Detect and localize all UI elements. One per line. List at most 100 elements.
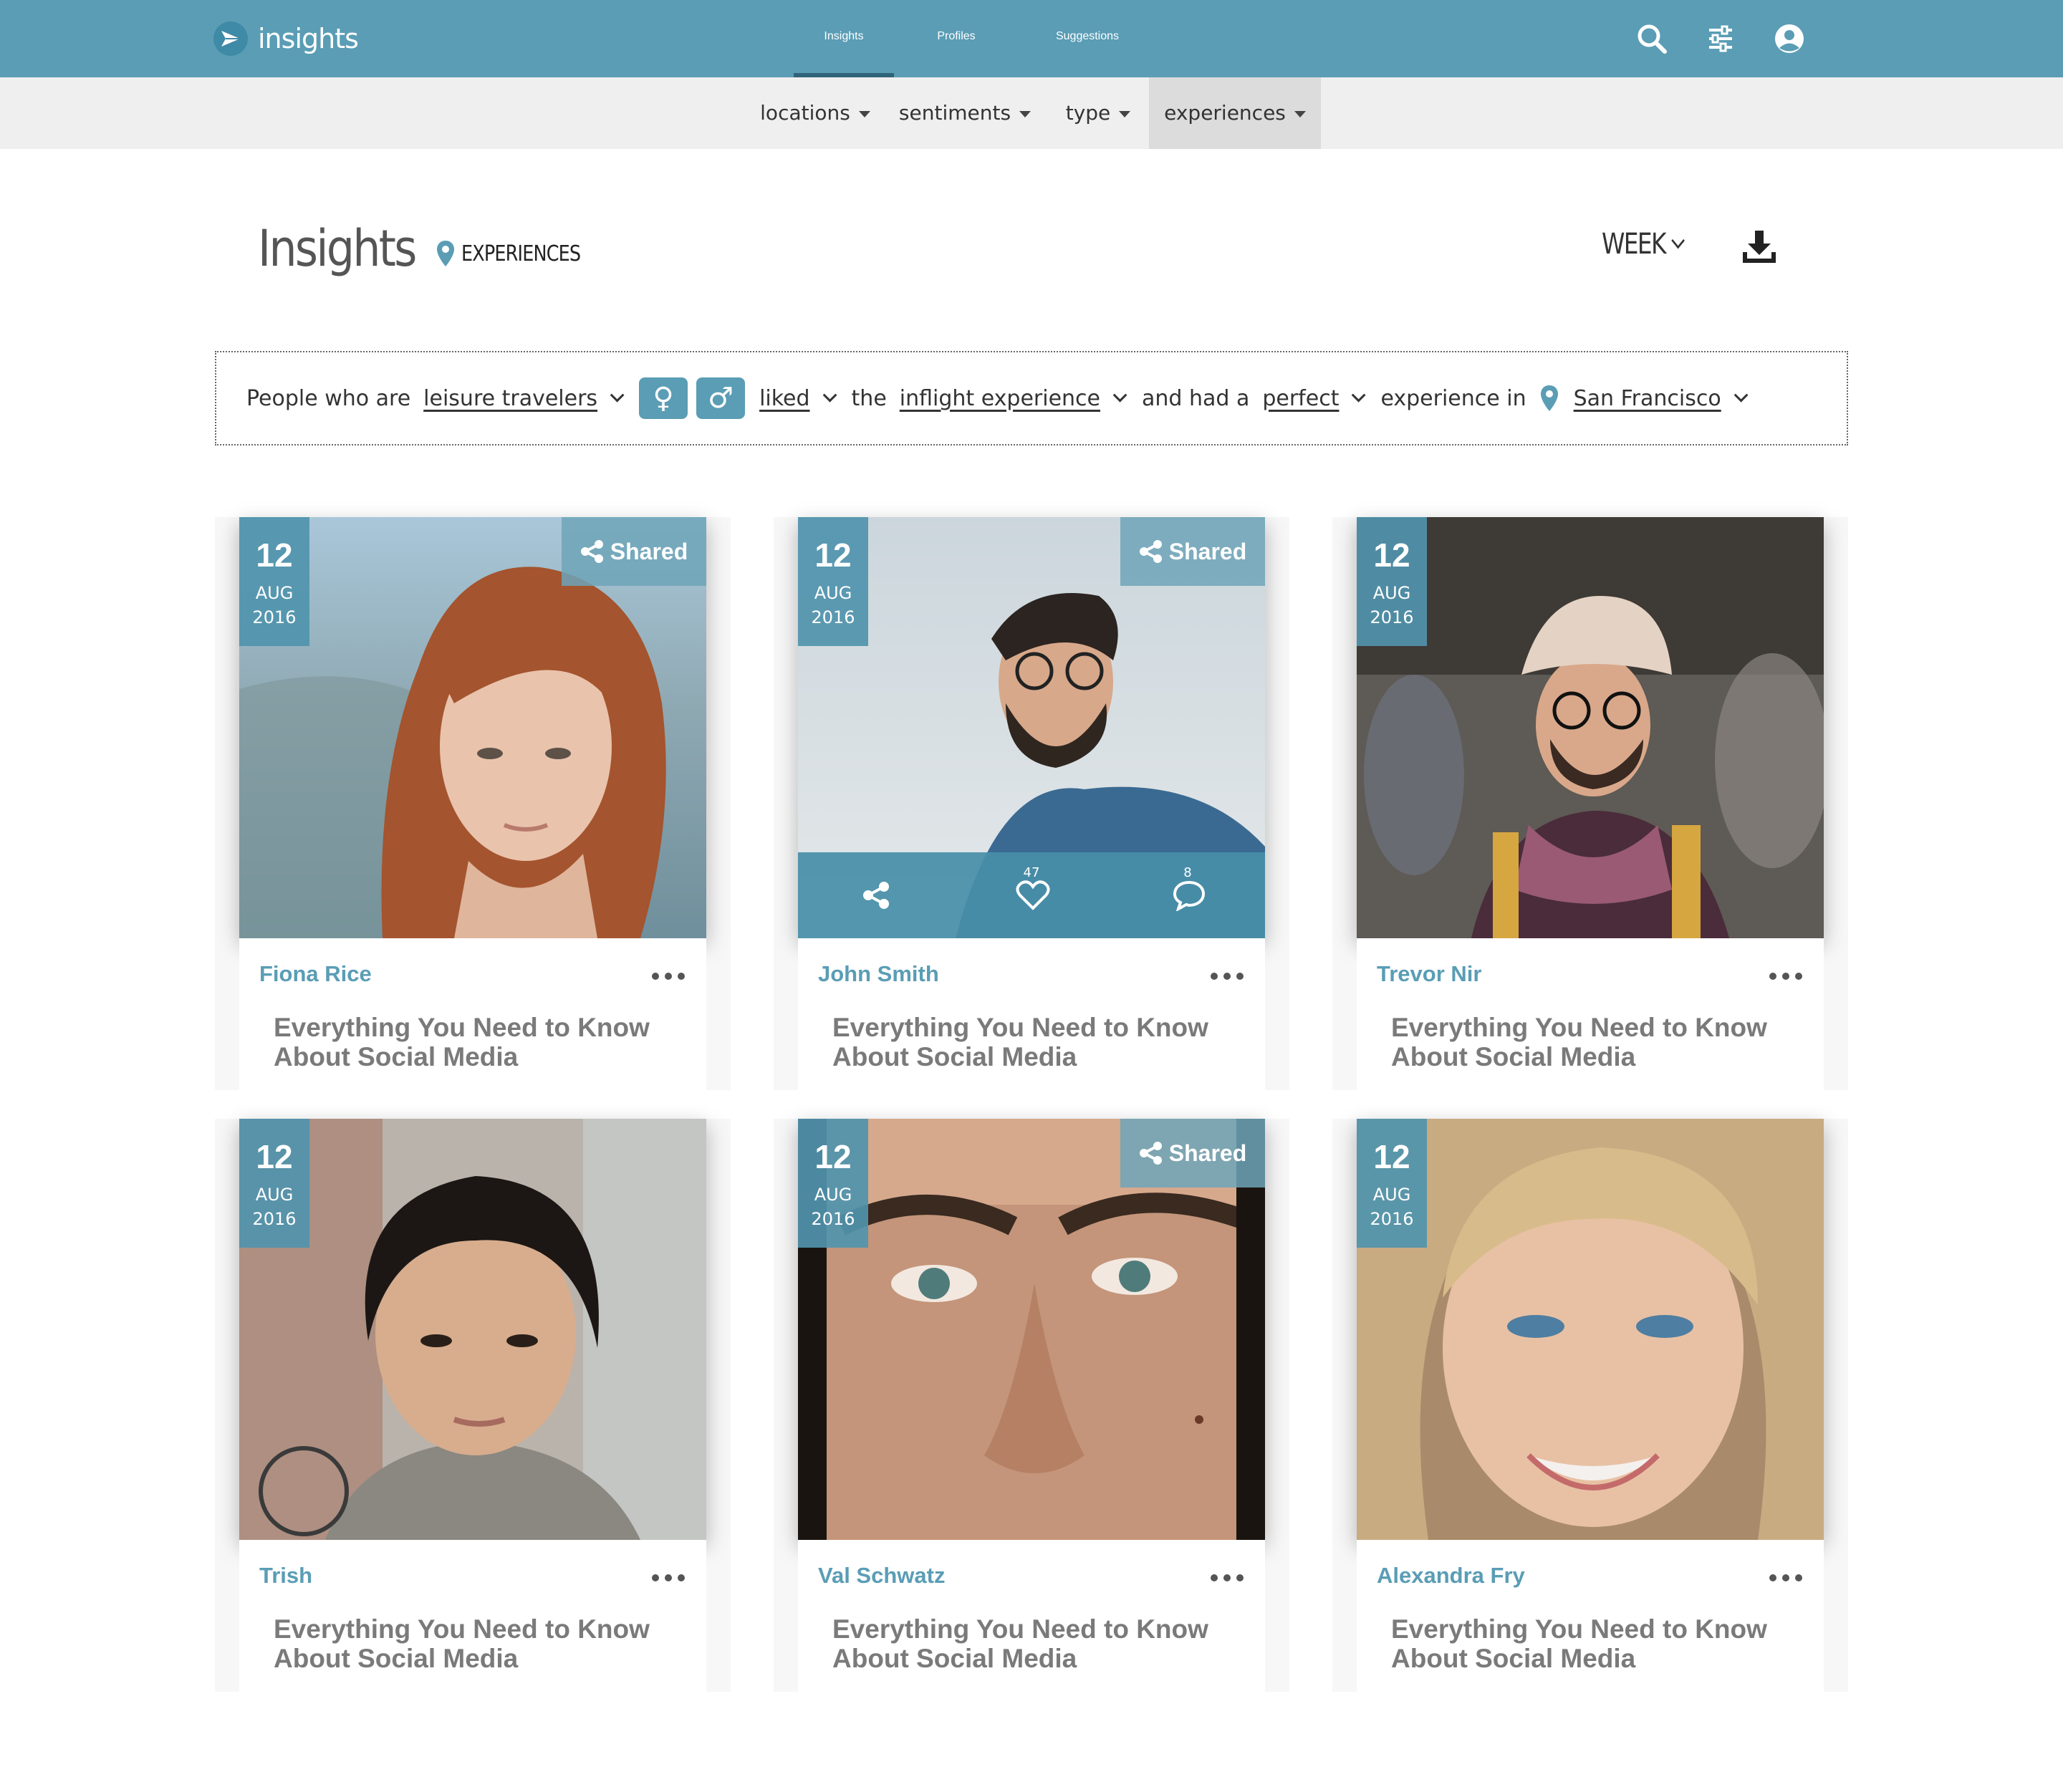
- sentence-text: the: [851, 385, 887, 411]
- date-month: AUG: [814, 583, 852, 603]
- chevron-down-icon: [1112, 387, 1127, 403]
- date-month: AUG: [255, 1185, 294, 1205]
- experience-card[interactable]: 12 AUG 2016 Trish Everything You Need to…: [239, 1119, 706, 1692]
- card-title[interactable]: Everything You Need to Know About Social…: [832, 1614, 1248, 1673]
- chevron-down-icon: [610, 387, 625, 403]
- chevron-down-icon: [822, 387, 837, 403]
- card-title[interactable]: Everything You Need to Know About Social…: [274, 1013, 689, 1071]
- logo-icon: [213, 21, 248, 56]
- sliders-icon[interactable]: [1701, 19, 1741, 59]
- date-badge: 12 AUG 2016: [1357, 517, 1427, 646]
- top-navbar: insights Insights Profiles Suggestions: [0, 0, 2063, 77]
- app-name: insights: [258, 23, 359, 54]
- date-day: 12: [814, 1138, 852, 1175]
- dropdown-value: inflight experience: [899, 385, 1100, 411]
- experience-card[interactable]: 12 AUG 2016 Alexandra Fry Everything You…: [1357, 1119, 1824, 1692]
- card-title[interactable]: Everything You Need to Know About Social…: [832, 1013, 1248, 1071]
- card-author[interactable]: Val Schwatz: [818, 1563, 945, 1589]
- dropdown-value: San Francisco: [1573, 385, 1721, 411]
- date-year: 2016: [252, 1208, 297, 1229]
- card-info: Trish Everything You Need to Know About …: [239, 1540, 706, 1692]
- dropdown-value: perfect: [1262, 385, 1340, 411]
- share-icon: [580, 540, 603, 563]
- share-icon: [1139, 1142, 1162, 1165]
- date-day: 12: [256, 536, 293, 574]
- chevron-down-icon: [1671, 232, 1685, 249]
- filter-label: locations: [760, 101, 850, 125]
- card-title[interactable]: Everything You Need to Know About Social…: [1391, 1614, 1807, 1673]
- filter-bar: locations sentiments type experiences: [0, 77, 2063, 149]
- more-options-icon[interactable]: [1764, 973, 1802, 980]
- filter-experiences[interactable]: experiences: [1149, 77, 1321, 149]
- more-options-icon[interactable]: [1205, 1574, 1244, 1581]
- date-day: 12: [1373, 1138, 1410, 1175]
- more-options-icon[interactable]: [646, 1574, 685, 1581]
- caret-down-icon: [1294, 110, 1306, 117]
- location-pin-icon: [1540, 385, 1558, 411]
- date-year: 2016: [811, 1208, 855, 1229]
- date-year: 2016: [252, 607, 297, 627]
- date-badge: 12 AUG 2016: [1357, 1119, 1427, 1248]
- more-options-icon[interactable]: [1205, 973, 1244, 980]
- more-options-icon[interactable]: [646, 973, 685, 980]
- experience-card[interactable]: 12 AUG 2016 Shared 47 8 John Smith Every…: [798, 517, 1265, 1090]
- dropdown-value: liked: [759, 385, 810, 411]
- filter-type[interactable]: type: [1053, 77, 1143, 149]
- card-title[interactable]: Everything You Need to Know About Social…: [1391, 1013, 1807, 1071]
- card-author[interactable]: Trish: [259, 1563, 312, 1589]
- date-badge: 12 AUG 2016: [798, 1119, 868, 1248]
- sentence-text: People who are: [246, 385, 411, 411]
- chevron-down-icon: [1352, 387, 1366, 403]
- breadcrumb[interactable]: EXPERIENCES: [436, 239, 602, 268]
- sentence-text: and had a: [1142, 385, 1250, 411]
- app-logo[interactable]: insights: [213, 19, 359, 59]
- period-label: WEEK: [1602, 228, 1666, 261]
- rating-dropdown[interactable]: perfect: [1262, 386, 1339, 411]
- traveler-type-dropdown[interactable]: leisure travelers: [423, 386, 597, 411]
- location-dropdown[interactable]: San Francisco: [1574, 386, 1721, 411]
- heart-icon: [1016, 880, 1050, 910]
- shared-badge: Shared: [1120, 1119, 1265, 1188]
- date-badge: 12 AUG 2016: [798, 517, 868, 646]
- download-icon[interactable]: [1741, 228, 1778, 265]
- shared-label: Shared: [610, 538, 688, 564]
- more-options-icon[interactable]: [1764, 1574, 1802, 1581]
- verb-dropdown[interactable]: liked: [759, 386, 809, 411]
- filter-locations[interactable]: locations: [751, 77, 880, 149]
- comment-count: 8: [1183, 865, 1192, 880]
- search-icon[interactable]: [1632, 19, 1672, 59]
- male-toggle[interactable]: ♂: [696, 377, 746, 419]
- caret-down-icon: [1019, 110, 1032, 117]
- query-sentence: People who are leisure travelers ♀ ♂ lik…: [215, 351, 1848, 445]
- card-author[interactable]: Fiona Rice: [259, 961, 372, 987]
- experience-card[interactable]: 12 AUG 2016 Trevor Nir Everything You Ne…: [1357, 517, 1824, 1090]
- like-action[interactable]: 47: [989, 852, 1074, 938]
- card-author[interactable]: Trevor Nir: [1377, 961, 1481, 987]
- filter-label: type: [1065, 101, 1111, 125]
- share-action[interactable]: [834, 852, 920, 938]
- shared-label: Shared: [1168, 538, 1247, 564]
- caret-down-icon: [858, 110, 870, 117]
- period-selector[interactable]: WEEK: [1602, 228, 1685, 261]
- shared-label: Shared: [1168, 1140, 1247, 1166]
- breadcrumb-label: EXPERIENCES: [461, 241, 581, 266]
- card-author[interactable]: John Smith: [818, 961, 939, 987]
- date-day: 12: [814, 536, 852, 574]
- nav-suggestions[interactable]: Suggestions: [1023, 0, 1152, 77]
- date-day: 12: [1373, 536, 1410, 574]
- card-title[interactable]: Everything You Need to Know About Social…: [274, 1614, 689, 1673]
- experience-card[interactable]: 12 AUG 2016 Shared Val Schwatz Everythin…: [798, 1119, 1265, 1692]
- card-author[interactable]: Alexandra Fry: [1377, 1563, 1525, 1589]
- nav-insights[interactable]: Insights: [794, 0, 894, 77]
- card-info: Val Schwatz Everything You Need to Know …: [798, 1540, 1265, 1692]
- user-icon[interactable]: [1769, 19, 1809, 59]
- experience-card[interactable]: 12 AUG 2016 Shared Fiona Rice Everything…: [239, 517, 706, 1090]
- date-month: AUG: [814, 1185, 852, 1205]
- comment-action[interactable]: 8: [1145, 852, 1231, 938]
- female-toggle[interactable]: ♀: [639, 377, 688, 419]
- subject-dropdown[interactable]: inflight experience: [900, 386, 1100, 411]
- share-icon: [1139, 540, 1162, 563]
- nav-profiles[interactable]: Profiles: [910, 0, 1003, 77]
- filter-sentiments[interactable]: sentiments: [897, 77, 1033, 149]
- page-title: Insights: [258, 219, 417, 278]
